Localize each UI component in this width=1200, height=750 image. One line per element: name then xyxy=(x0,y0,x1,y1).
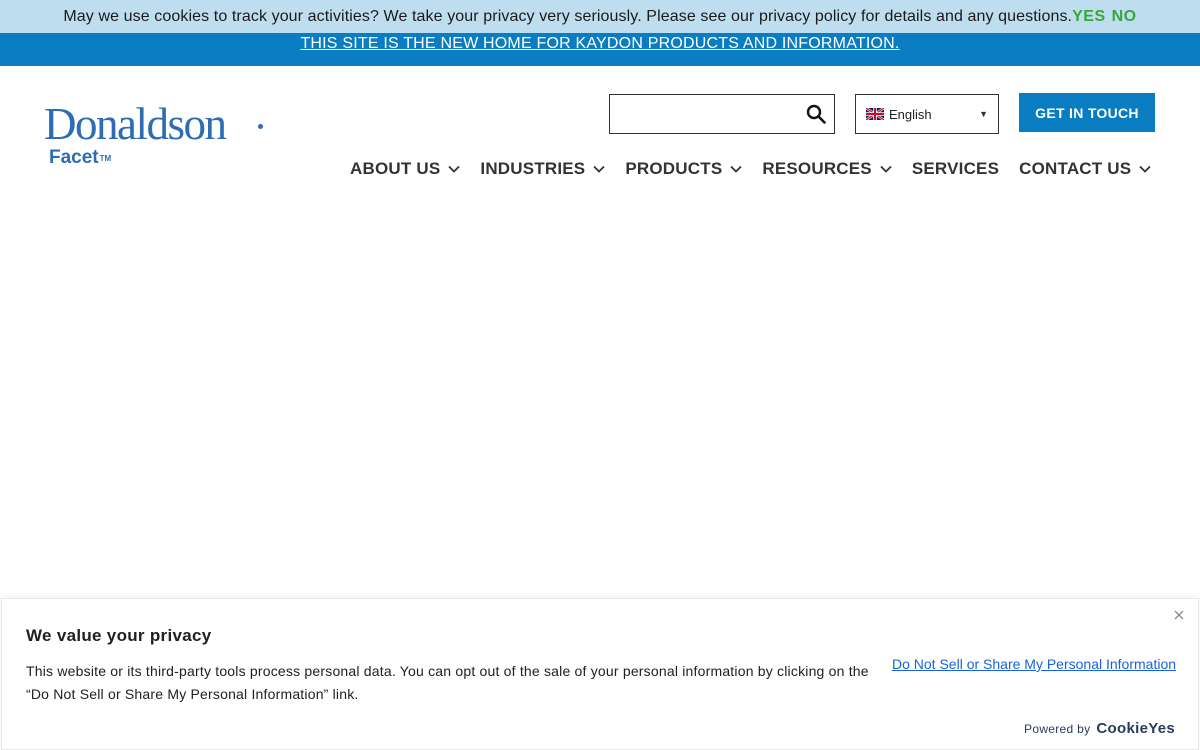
do-not-sell-link[interactable]: Do Not Sell or Share My Personal Informa… xyxy=(892,656,1176,672)
nav-item-label: SERVICES xyxy=(911,159,1000,178)
logo-registered-dot xyxy=(258,124,263,129)
language-select[interactable]: English ▼ xyxy=(855,94,999,134)
nav-item-about-us[interactable]: ABOUT US xyxy=(350,159,461,179)
donaldson-facet-logo[interactable]: Donaldson FacetTM xyxy=(44,100,274,172)
powered-by-label: Powered by xyxy=(1024,721,1091,736)
privacy-title: We value your privacy xyxy=(26,626,212,645)
nav-item-resources[interactable]: RESOURCES xyxy=(762,159,892,179)
nav-item-label: RESOURCES xyxy=(762,159,872,178)
main-navigation: ABOUT US INDUSTRIES PRODUCTS RESOURCES S… xyxy=(350,156,1151,182)
privacy-description: This website or its third-party tools pr… xyxy=(26,663,869,702)
nav-item-products[interactable]: PRODUCTS xyxy=(625,159,742,179)
search-icon[interactable] xyxy=(806,104,826,124)
language-label: English xyxy=(889,106,932,122)
nav-item-label: ABOUT US xyxy=(350,159,441,178)
chevron-down-icon xyxy=(1139,165,1151,173)
nav-item-services[interactable]: SERVICES xyxy=(912,159,999,179)
cookieyes-logo: CookieYes xyxy=(1096,720,1175,737)
get-in-touch-button[interactable]: GET IN TOUCH xyxy=(1019,93,1155,132)
dropdown-caret-icon: ▼ xyxy=(979,109,988,119)
logo-product-text: FacetTM xyxy=(49,147,112,168)
kaydon-announcement-link[interactable]: THIS SITE IS THE NEW HOME FOR KAYDON PRO… xyxy=(0,35,1200,53)
nav-item-contact-us[interactable]: CONTACT US xyxy=(1019,159,1151,179)
logo-trademark: TM xyxy=(99,154,112,163)
cookie-yes-button[interactable]: YES xyxy=(1072,8,1106,26)
cookie-consent-bar: May we use cookies to track your activit… xyxy=(0,0,1200,33)
cookie-no-button[interactable]: NO xyxy=(1112,8,1137,26)
chevron-down-icon xyxy=(448,165,461,173)
cookie-consent-message: May we use cookies to track your activit… xyxy=(63,7,1073,25)
logo-brand-text: Donaldson xyxy=(44,99,227,149)
nav-item-industries[interactable]: INDUSTRIES xyxy=(480,159,605,179)
close-icon[interactable] xyxy=(1172,608,1186,622)
nav-item-label: CONTACT US xyxy=(1019,159,1132,178)
search-input[interactable] xyxy=(609,94,835,134)
uk-flag-icon xyxy=(866,108,884,120)
nav-item-label: PRODUCTS xyxy=(625,159,723,178)
chevron-down-icon xyxy=(880,165,892,173)
nav-item-label: INDUSTRIES xyxy=(480,159,586,178)
powered-by-cookieyes[interactable]: Powered by CookieYes xyxy=(1024,720,1175,737)
privacy-consent-panel: We value your privacy This website or it… xyxy=(1,598,1199,750)
chevron-down-icon xyxy=(730,165,742,173)
chevron-down-icon xyxy=(593,165,605,173)
